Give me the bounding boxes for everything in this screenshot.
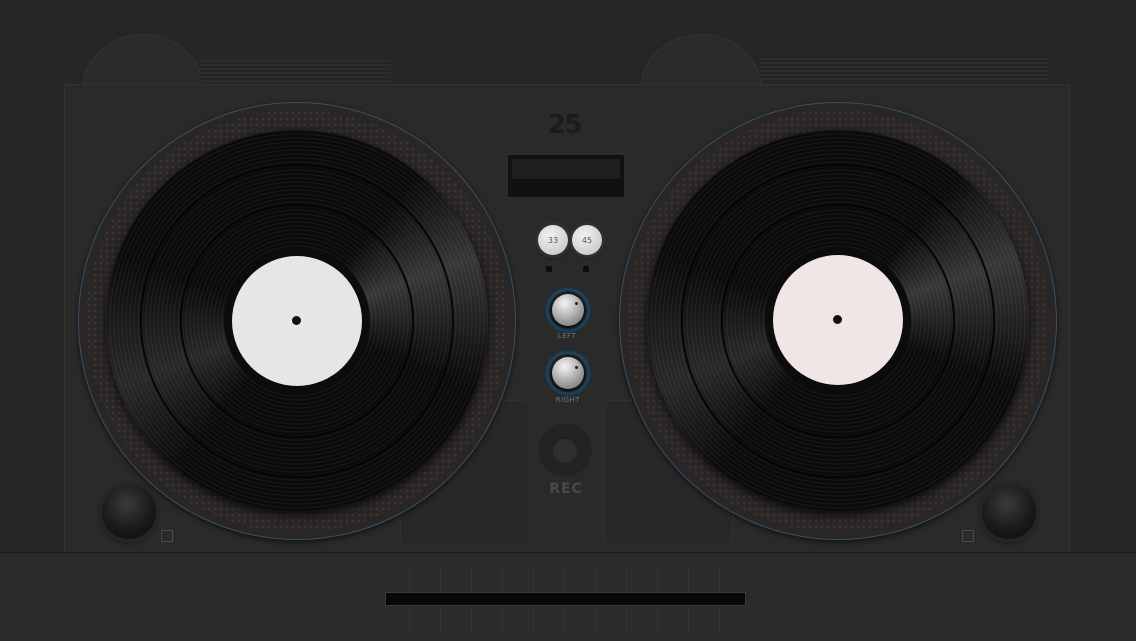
left-top-groove (200, 60, 390, 82)
speed-33-label: 33 (547, 235, 559, 245)
right-settings-small-icon[interactable] (962, 530, 974, 542)
right-top-groove (760, 58, 1048, 80)
speed-33-led (546, 266, 552, 272)
right-volume-label: RIGHT (555, 396, 581, 404)
left-volume-label: LEFT (557, 332, 577, 340)
right-pitch-knob[interactable] (982, 485, 1036, 539)
left-settings-small-icon[interactable] (161, 530, 173, 542)
record-button[interactable] (537, 422, 593, 478)
mixer-display-top (512, 159, 620, 179)
left-spindle (292, 316, 301, 325)
speed-45-button[interactable]: 45 (572, 225, 602, 255)
brand-logo: 25 (548, 110, 582, 140)
crossfader-slider[interactable] (385, 592, 746, 606)
record-label: REC (549, 481, 583, 497)
right-volume-knob-indicator (575, 366, 578, 369)
speed-33-button[interactable]: 33 (538, 225, 568, 255)
right-spindle (833, 315, 842, 324)
speed-45-label: 45 (581, 235, 593, 245)
mixer-display (506, 153, 626, 199)
record-button-inner (552, 437, 578, 463)
speed-45-led (583, 266, 589, 272)
left-volume-knob[interactable] (552, 294, 584, 326)
right-volume-knob[interactable] (552, 357, 584, 389)
left-volume-knob-indicator (575, 302, 578, 305)
left-pitch-knob[interactable] (102, 485, 156, 539)
